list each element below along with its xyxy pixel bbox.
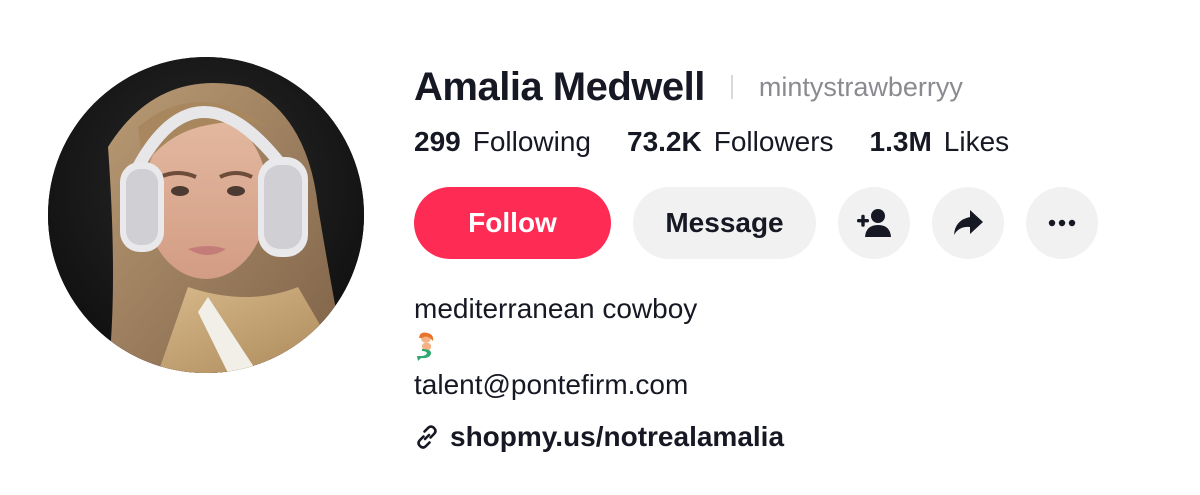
- stat-value: 73.2K: [627, 126, 702, 157]
- username: mintystrawberryy: [758, 71, 963, 102]
- share-button[interactable]: [932, 187, 1004, 259]
- link-icon: [417, 425, 437, 449]
- stat-label: Likes: [943, 126, 1010, 157]
- name-divider: [730, 75, 733, 99]
- ellipsis-icon: [1048, 219, 1076, 227]
- name-row: Amalia Medwell mintystrawberryy: [414, 62, 1174, 112]
- message-button[interactable]: Message: [633, 187, 816, 259]
- stat-value: 299: [414, 126, 461, 157]
- stat-followers[interactable]: 73.2K Followers: [627, 126, 834, 158]
- mermaid-emoji: [414, 328, 1174, 366]
- stat-following[interactable]: 299 Following: [414, 126, 591, 158]
- actions-row: Follow Message: [414, 186, 1174, 260]
- person-plus-icon: [857, 209, 891, 237]
- bio-link-text[interactable]: shopmy.us/notrealamalia: [450, 421, 784, 453]
- avatar-photo: [48, 57, 364, 373]
- bio-link[interactable]: shopmy.us/notrealamalia: [414, 420, 1174, 454]
- stat-label: Following: [472, 126, 591, 157]
- share-arrow-icon: [954, 210, 983, 235]
- stats-row: 299 Following 73.2K Followers 1.3M Likes: [414, 126, 1174, 162]
- bio-line: talent@pontefirm.com: [414, 369, 689, 400]
- bio-line: mediterranean cowboy: [414, 293, 698, 324]
- add-friend-button[interactable]: [838, 187, 910, 259]
- display-name: Amalia Medwell: [414, 64, 705, 109]
- more-button[interactable]: [1026, 187, 1098, 259]
- bio: mediterranean cowboy talent@pontefirm.co…: [414, 290, 1174, 404]
- stat-value: 1.3M: [869, 126, 932, 157]
- avatar[interactable]: [48, 57, 364, 373]
- stat-label: Followers: [713, 126, 834, 157]
- stat-likes: 1.3M Likes: [870, 126, 1010, 158]
- follow-button[interactable]: Follow: [414, 187, 611, 259]
- profile-info: Amalia Medwell mintystrawberryy 299 Foll…: [414, 62, 1174, 454]
